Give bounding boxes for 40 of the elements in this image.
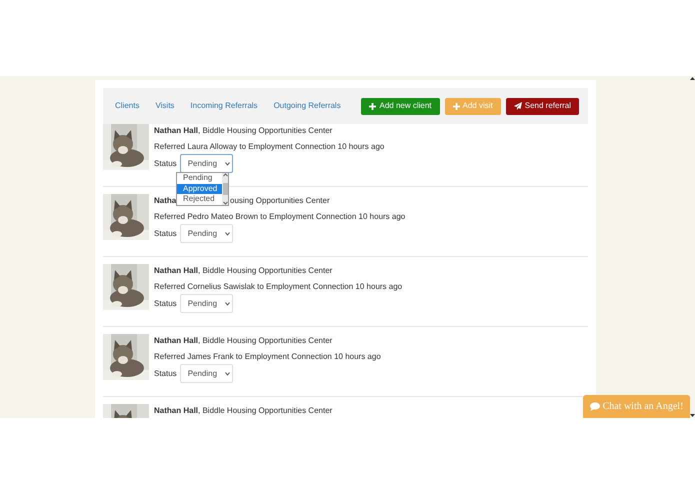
speech-bubble-icon xyxy=(590,402,600,411)
status-label: Status xyxy=(154,368,177,380)
status-select[interactable]: Pending xyxy=(180,364,233,383)
chevron-icon xyxy=(224,232,230,236)
arrow-up-icon[interactable] xyxy=(690,76,695,81)
referral-message: Referred James Frank to Employment Connection 10 hours ago xyxy=(154,351,381,363)
plus-icon xyxy=(369,102,376,110)
nav-link[interactable]: Incoming Referrals xyxy=(190,100,258,112)
chevron-icon xyxy=(224,372,230,376)
dropdown-option[interactable]: Rejected xyxy=(177,194,222,204)
nav-link[interactable]: Outgoing Referrals xyxy=(274,100,341,112)
organization-name: , Biddle Housing Opportunities Center xyxy=(198,125,332,137)
chevron-icon xyxy=(224,162,230,166)
dropdown-option[interactable]: Approved xyxy=(177,184,222,194)
nav-link[interactable]: Visits xyxy=(155,100,174,112)
nav-link[interactable]: Clients xyxy=(115,100,140,112)
referrer-name: Nathan Hall xyxy=(154,335,198,347)
status-label: Status xyxy=(154,298,177,310)
referral-message: Referred Pedro Mateo Brown to Employment Connection 10 hours ago xyxy=(154,211,406,223)
send-button[interactable]: Send referral xyxy=(506,98,579,114)
referral-message: Referred Cornelius Sawislak to Employment Connection 10 hours ago xyxy=(154,281,402,293)
status-select[interactable]: Pending xyxy=(180,294,233,313)
organization-name: , Biddle Housing Opportunities Center xyxy=(198,405,332,417)
referrer-name: Nathan Hall xyxy=(154,405,198,417)
chevron-icon xyxy=(224,302,230,306)
status-label: Status xyxy=(154,228,177,240)
organization-name: , Biddle Housing Opportunities Center xyxy=(198,335,332,347)
paper-plane-icon xyxy=(514,102,522,110)
status-label: Status xyxy=(154,158,177,170)
organization-name: , Biddle Housing Opportunities Center xyxy=(198,265,332,277)
add-button[interactable]: Add new client xyxy=(361,98,440,114)
organization-name: ousing Opportunities Center xyxy=(230,195,330,207)
dropdown-option[interactable]: Pending xyxy=(177,173,222,184)
status-select[interactable]: Pending xyxy=(180,224,233,243)
arrow-down-icon[interactable] xyxy=(690,413,695,418)
referrer-name: Nathan Hall xyxy=(154,265,198,277)
referrer-name: Nathan Hall xyxy=(154,125,198,137)
plus-icon xyxy=(452,102,460,110)
referrer-name: Natha xyxy=(154,195,176,207)
referral-message: Referred Laura Alloway to Employment Connection 10 hours ago xyxy=(154,141,384,153)
